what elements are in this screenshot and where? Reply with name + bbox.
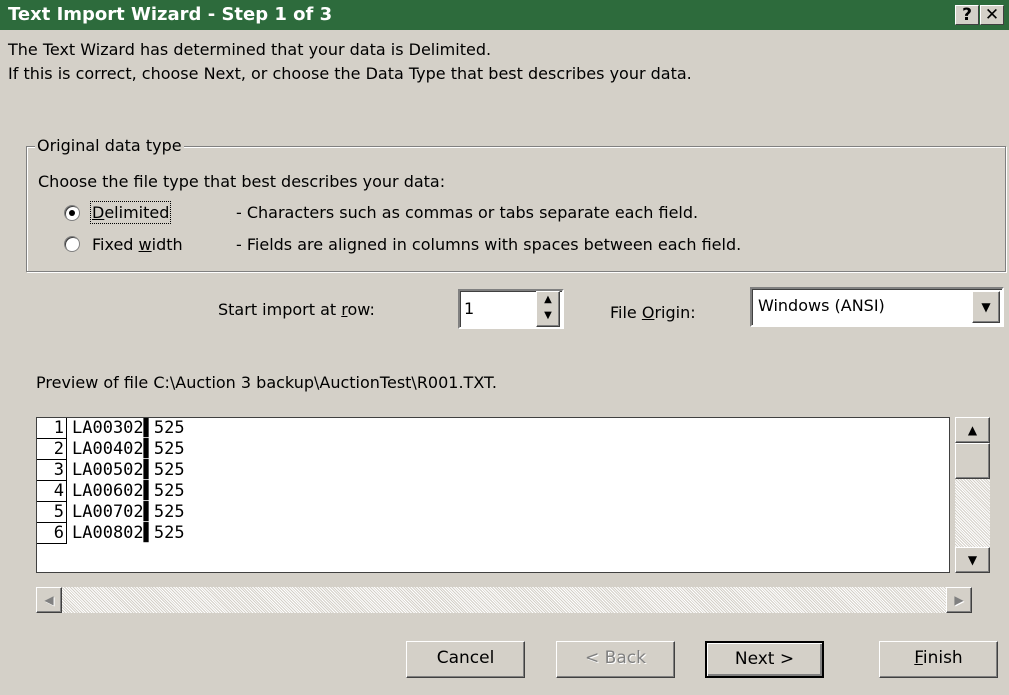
title-bar[interactable]: Text Import Wizard - Step 1 of 3 ? ✕ [0, 0, 1009, 30]
preview-row: 3 LA00502▌525 [37, 460, 949, 481]
preview-row: 5 LA00702▌525 [37, 502, 949, 523]
file-origin-select[interactable]: Windows (ANSI) ▼ [750, 287, 1004, 327]
close-icon: ✕ [984, 5, 1000, 25]
scroll-up-icon[interactable]: ▲ [955, 417, 990, 443]
cancel-button[interactable]: Cancel [406, 641, 525, 678]
start-row-label: Start import at row: [218, 300, 375, 319]
start-row-value: 1 [464, 299, 475, 318]
vertical-scrollbar[interactable]: ▲ ▼ [955, 417, 990, 573]
help-button[interactable]: ? [955, 5, 979, 25]
chevron-down-icon[interactable]: ▼ [972, 291, 1000, 323]
scroll-thumb[interactable] [955, 443, 990, 479]
scroll-left-icon[interactable]: ◀ [36, 587, 62, 613]
intro-line-1: The Text Wizard has determined that your… [8, 40, 492, 59]
file-origin-value: Windows (ANSI) [758, 296, 885, 315]
preview-pane[interactable]: 1 LA00302▌525 2 LA00402▌525 3 LA00502▌525 4… [36, 417, 950, 573]
file-origin-label: File Origin: [610, 303, 696, 322]
delimited-description: - Characters such as commas or tabs sepa… [236, 203, 699, 222]
preview-row: 6 LA00802▌525 [37, 523, 949, 544]
close-button[interactable]: ✕ [980, 5, 1004, 25]
file-type-prompt: Choose the file type that best describes… [38, 172, 446, 191]
spin-down-icon[interactable]: ▼ [537, 310, 559, 327]
preview-label: Preview of file C:\Auction 3 backup\Auct… [36, 373, 497, 392]
group-label: Original data type [35, 136, 184, 155]
intro-line-2: If this is correct, choose Next, or choo… [8, 64, 692, 83]
preview-row: 1 LA00302▌525 [37, 418, 949, 439]
help-icon: ? [962, 5, 972, 25]
scroll-down-icon[interactable]: ▼ [955, 547, 990, 573]
fixed-width-label[interactable]: Fixed width [92, 235, 183, 254]
preview-row: 4 LA00602▌525 [37, 481, 949, 502]
next-button[interactable]: Next > [705, 641, 824, 678]
finish-button[interactable]: Finish [879, 641, 998, 678]
preview-row: 2 LA00402▌525 [37, 439, 949, 460]
horizontal-scrollbar[interactable]: ◀ ▶ [36, 587, 972, 613]
delimited-radio[interactable] [64, 205, 80, 221]
back-button[interactable]: < Back [556, 641, 675, 678]
scroll-right-icon[interactable]: ▶ [946, 587, 972, 613]
fixed-width-description: - Fields are aligned in columns with spa… [236, 235, 742, 254]
window-title: Text Import Wizard - Step 1 of 3 [8, 4, 333, 25]
radio-selected-dot [69, 210, 75, 216]
fixed-width-radio[interactable] [64, 236, 80, 252]
spin-up-icon[interactable]: ▲ [537, 294, 559, 311]
start-row-input[interactable]: 1 ▲ ▼ [458, 289, 564, 329]
delimited-label[interactable]: Delimited [89, 201, 172, 224]
start-row-spinner[interactable]: ▲ ▼ [536, 291, 560, 327]
text-import-wizard-dialog: Text Import Wizard - Step 1 of 3 ? ✕ The… [0, 0, 1009, 695]
